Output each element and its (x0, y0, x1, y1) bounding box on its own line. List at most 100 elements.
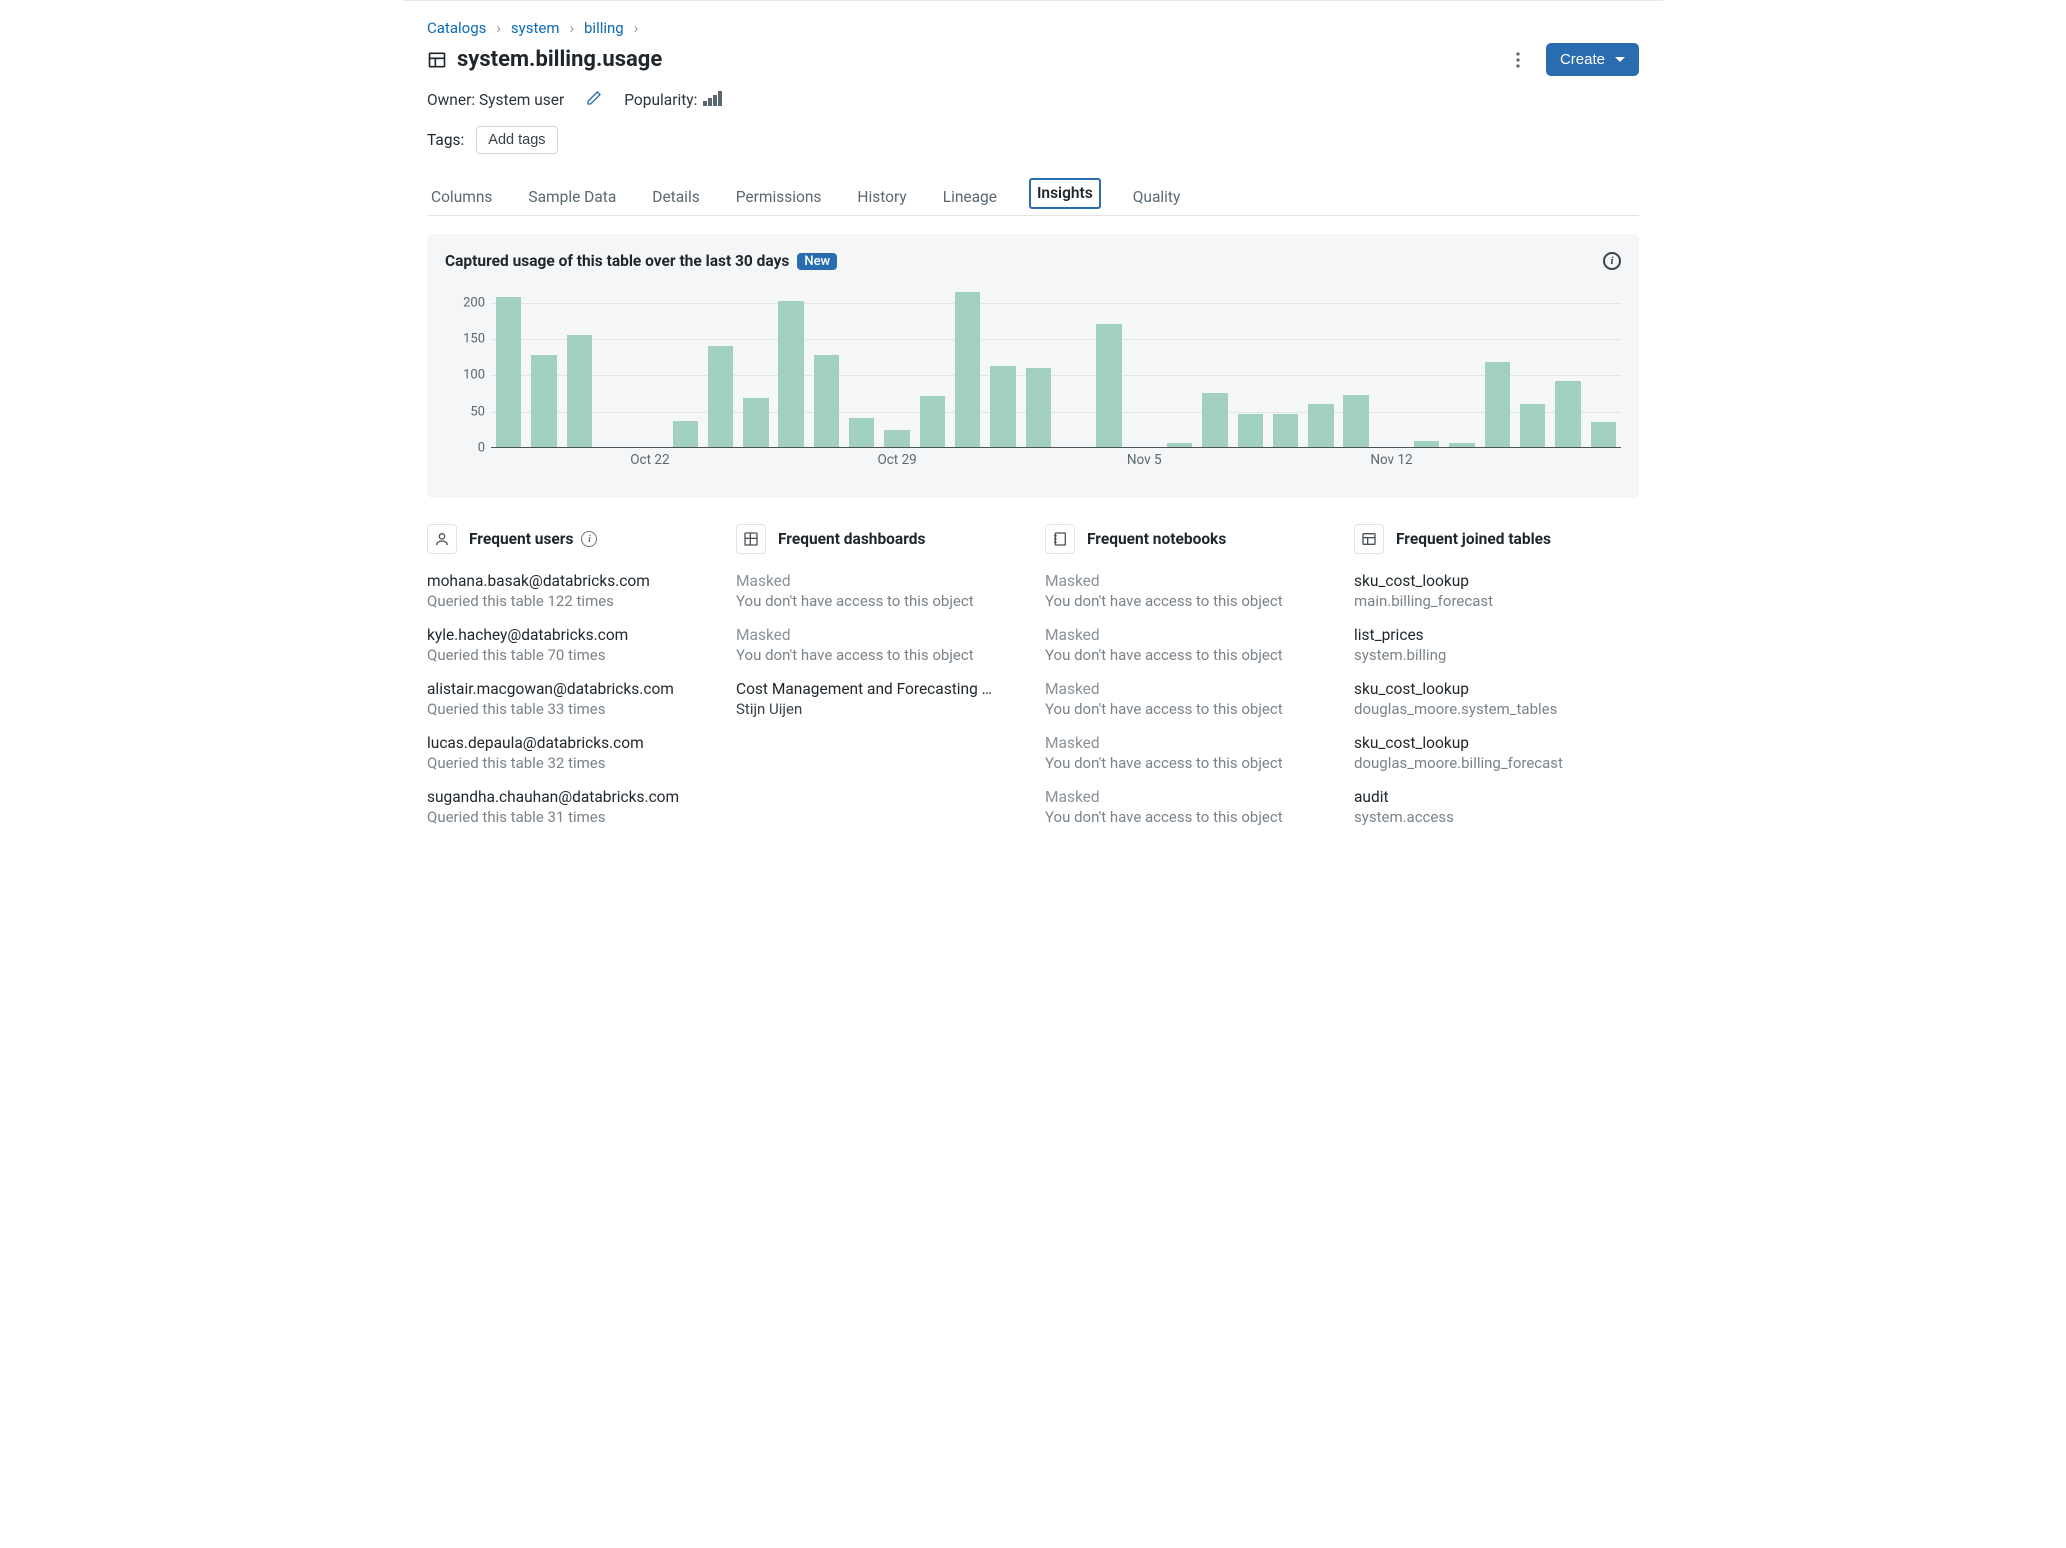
frequent-dashboards-card: Frequent dashboards Masked You don't have… (736, 524, 1021, 842)
list-item[interactable]: MaskedYou don't have access to this obje… (1045, 788, 1330, 826)
create-button[interactable]: Create (1546, 43, 1639, 76)
list-item-secondary: system.billing (1354, 646, 1639, 664)
tab-quality[interactable]: Quality (1129, 178, 1185, 216)
list-item-secondary: Queried this table 33 times (427, 700, 712, 718)
list-item[interactable]: sugandha.chauhan@databricks.com Queried t… (427, 788, 712, 826)
tab-permissions[interactable]: Permissions (732, 178, 826, 216)
list-item-primary: Masked (1045, 788, 1330, 806)
card-title: Frequent joined tables (1396, 530, 1551, 548)
breadcrumb-link[interactable]: system (511, 19, 560, 37)
chart-bar[interactable] (1096, 324, 1121, 447)
list-item[interactable]: sku_cost_lookupdouglas_moore.system_tabl… (1354, 680, 1639, 718)
tab-insights[interactable]: Insights (1029, 178, 1101, 209)
chart-bar[interactable] (567, 335, 592, 447)
chart-bar[interactable] (531, 355, 556, 447)
frequent-notebooks-card: Frequent notebooks Masked You don't have … (1045, 524, 1330, 842)
chart-bar[interactable] (1167, 443, 1192, 447)
list-item-primary: sugandha.chauhan@databricks.com (427, 788, 712, 806)
list-item[interactable]: sku_cost_lookupmain.billing_forecast (1354, 572, 1639, 610)
chart-bar[interactable] (1520, 404, 1545, 447)
popularity-field: Popularity: (624, 91, 722, 109)
chart-bar[interactable] (1485, 362, 1510, 447)
new-badge: New (797, 253, 837, 270)
list-item[interactable]: Masked You don't have access to this obje… (1045, 734, 1330, 772)
list-item[interactable]: mohana.basak@databricks.comQueried this … (427, 572, 712, 610)
chart-bar[interactable] (1449, 443, 1474, 447)
card-title: Frequent notebooks (1087, 530, 1226, 548)
chart-bar[interactable] (849, 418, 874, 447)
list-item[interactable]: MaskedYou don't have access to this obje… (1045, 680, 1330, 718)
info-icon[interactable]: i (581, 531, 597, 547)
x-tick: Oct 22 (630, 452, 669, 468)
edit-owner-icon[interactable] (586, 90, 602, 110)
insights-panel: Captured usage of this table over the la… (427, 234, 1639, 498)
chart-bar[interactable] (1202, 393, 1227, 447)
tab-columns[interactable]: Columns (427, 178, 496, 216)
breadcrumb-link[interactable]: Catalogs (427, 19, 486, 37)
tab-details[interactable]: Details (648, 178, 703, 216)
chart-bar[interactable] (1343, 395, 1368, 447)
list-item[interactable]: sku_cost_lookupdouglas_moore.billing_for… (1354, 734, 1639, 772)
tab-sample-data[interactable]: Sample Data (524, 178, 620, 216)
list-item[interactable]: alistair.macgowan@databricks.comQueried … (427, 680, 712, 718)
chart-bar[interactable] (1273, 414, 1298, 447)
chevron-down-icon (1615, 57, 1625, 62)
chart-bar[interactable] (708, 346, 733, 447)
frequent-joins-card: Frequent joined tables sku_cost_lookupma… (1354, 524, 1639, 842)
owner-value: System user (479, 91, 564, 109)
card-title: Frequent dashboards (778, 530, 925, 548)
list-item-primary: Masked (1045, 734, 1330, 752)
list-item-secondary: You don't have access to this object (1045, 754, 1330, 772)
list-item[interactable]: MaskedYou don't have access to this obje… (736, 572, 1021, 610)
tab-history[interactable]: History (853, 178, 910, 216)
list-item-primary: Masked (736, 626, 1021, 644)
list-item-secondary: Stijn Uijen (736, 700, 1021, 718)
chart-bar[interactable] (920, 396, 945, 447)
chart-bar[interactable] (1414, 441, 1439, 447)
chart-bar[interactable] (990, 366, 1015, 447)
add-tags-button[interactable]: Add tags (476, 126, 557, 154)
list-item[interactable]: kyle.hachey@databricks.comQueried this t… (427, 626, 712, 664)
list-item-primary: Masked (1045, 680, 1330, 698)
list-item[interactable]: lucas.depaula@databricks.comQueried this… (427, 734, 712, 772)
tab-lineage[interactable]: Lineage (939, 178, 1001, 216)
list-item[interactable]: auditsystem.access (1354, 788, 1639, 826)
table-icon (427, 50, 447, 70)
breadcrumb-link[interactable]: billing (584, 19, 624, 37)
more-actions-button[interactable] (1504, 46, 1532, 74)
list-item[interactable]: MaskedYou don't have access to this obje… (1045, 626, 1330, 664)
dashboard-icon (736, 524, 766, 554)
chart-bar[interactable] (1591, 422, 1616, 447)
list-item-primary: Masked (1045, 572, 1330, 590)
chart-bar[interactable] (814, 355, 839, 447)
chart-bar[interactable] (884, 430, 909, 447)
info-icon[interactable]: i (1603, 252, 1621, 270)
list-item-secondary: You don't have access to this object (736, 592, 1021, 610)
chart-bar[interactable] (778, 301, 803, 447)
list-item[interactable]: Cost Management and Forecasting …Stijn U… (736, 680, 1021, 718)
chevron-right-icon: › (634, 19, 639, 37)
chart-bar[interactable] (1555, 381, 1580, 447)
list-item-secondary: Queried this table 32 times (427, 754, 712, 772)
frequent-users-card: Frequent users i mohana.basak@databricks… (427, 524, 712, 842)
chart-bar[interactable] (1026, 368, 1051, 448)
chart-bar[interactable] (1238, 414, 1263, 447)
chart-bar[interactable] (955, 292, 980, 447)
list-item-primary: Masked (1045, 626, 1330, 644)
tags-label: Tags: (427, 131, 464, 149)
chevron-right-icon: › (569, 19, 574, 37)
list-item-primary: sku_cost_lookup (1354, 734, 1639, 752)
list-item-secondary: You don't have access to this object (736, 646, 1021, 664)
y-tick: 200 (463, 295, 485, 310)
list-item[interactable]: MaskedYou don't have access to this obje… (1045, 572, 1330, 610)
chart-bar[interactable] (496, 297, 521, 447)
chart-bar[interactable] (1308, 404, 1333, 447)
list-item[interactable]: Masked You don't have access to this obje… (736, 626, 1021, 664)
chart-bar[interactable] (743, 398, 768, 447)
list-item-secondary: Queried this table 31 times (427, 808, 712, 826)
list-item-secondary: douglas_moore.system_tables (1354, 700, 1639, 718)
list-item-secondary: system.access (1354, 808, 1639, 826)
x-tick: Nov 12 (1370, 452, 1412, 468)
chart-bar[interactable] (673, 421, 698, 447)
list-item[interactable]: list_pricessystem.billing (1354, 626, 1639, 664)
